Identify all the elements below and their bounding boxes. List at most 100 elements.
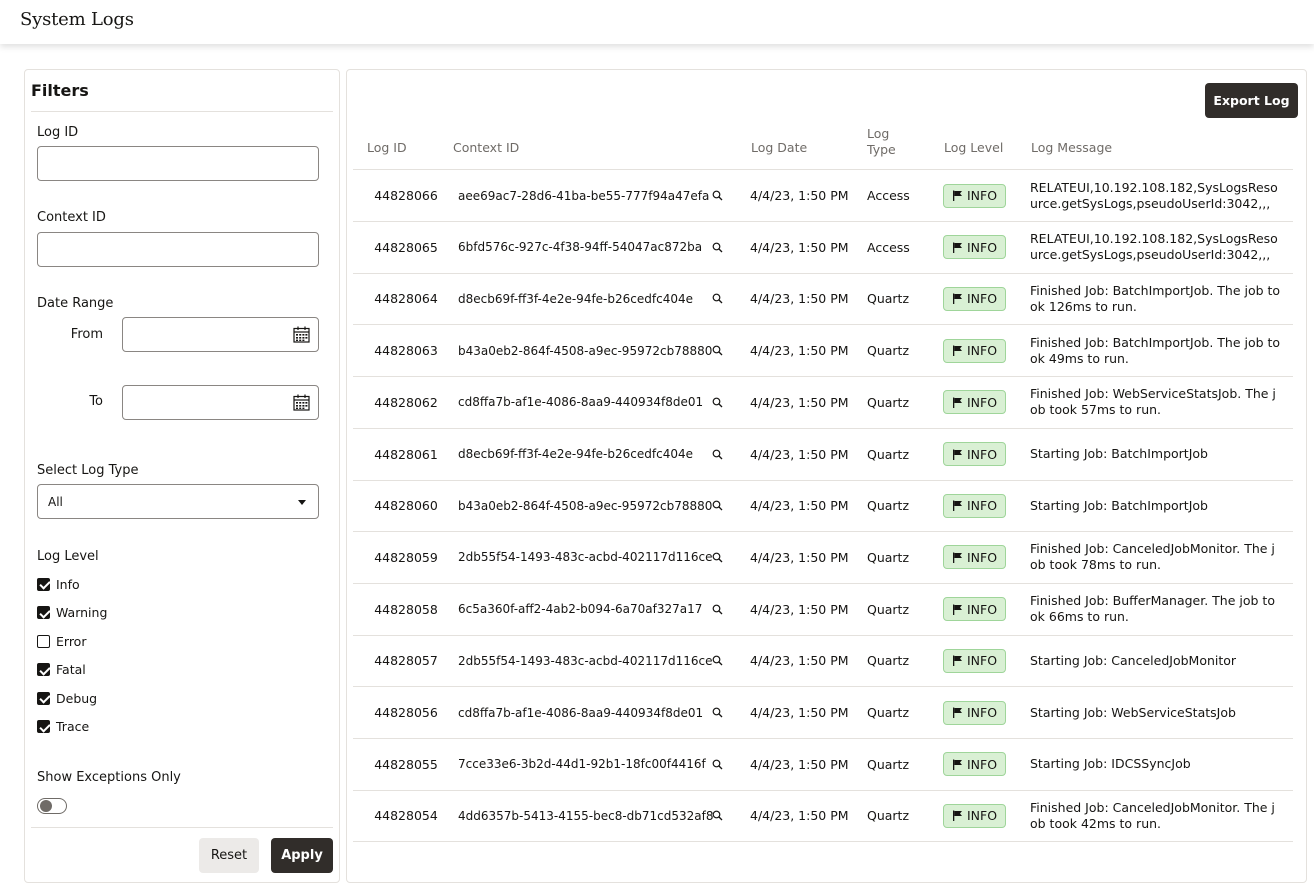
reset-button[interactable]: Reset (199, 838, 259, 873)
search-icon[interactable] (712, 345, 723, 356)
show-exceptions-toggle[interactable] (37, 798, 67, 814)
search-icon[interactable] (712, 293, 723, 304)
log-level-badge: INFO (943, 597, 1007, 622)
search-icon[interactable] (712, 810, 723, 821)
log-level-checkbox[interactable] (37, 720, 50, 733)
log-type-cell: Quartz (867, 343, 910, 359)
to-date-input[interactable] (122, 385, 319, 420)
column-header-context-id[interactable]: Context ID (453, 140, 519, 155)
search-icon[interactable] (712, 500, 723, 511)
table-row[interactable]: 44828055 7cce33e6-3b2d-44d1-92b1-18fc00f4… (353, 739, 1293, 791)
context-search-button[interactable] (712, 635, 726, 686)
log-level-badge: INFO (943, 390, 1007, 415)
context-search-button[interactable] (712, 222, 726, 273)
log-level-option[interactable]: Error (37, 632, 86, 650)
search-icon[interactable] (712, 397, 723, 408)
context-search-button[interactable] (712, 170, 726, 221)
context-id-cell: b43a0eb2-864f-4508-a9ec-95972cb78880 (458, 343, 713, 358)
log-level-checkbox[interactable] (37, 663, 50, 676)
column-header-log-level[interactable]: Log Level (944, 140, 1003, 155)
log-id-cell: 44828064 (374, 291, 438, 307)
log-message-cell: Starting Job: IDCSSyncJob (1030, 756, 1191, 772)
log-date-cell: 4/4/23, 1:50 PM (750, 705, 849, 720)
log-type-select[interactable]: All (37, 484, 319, 519)
log-level-checkbox[interactable] (37, 634, 50, 648)
log-message-cell: Finished Job: CanceledJobMonitor. The jo… (1030, 541, 1275, 573)
export-log-button[interactable]: Export Log (1205, 83, 1298, 118)
context-search-button[interactable] (712, 790, 726, 841)
log-level-checkbox[interactable] (37, 606, 50, 619)
table-row[interactable]: 44828056 cd8ffa7b-af1e-4086-8aa9-440934f8… (353, 687, 1293, 739)
flag-icon (953, 190, 962, 201)
column-header-log-date[interactable]: Log Date (751, 140, 807, 155)
log-type-cell: Quartz (867, 653, 910, 669)
context-search-button[interactable] (712, 532, 726, 583)
log-level-option[interactable]: Trace (37, 718, 89, 736)
log-message-cell: Finished Job: BatchImportJob. The job to… (1030, 282, 1281, 314)
search-icon[interactable] (712, 190, 723, 201)
logs-panel: Export Log Log ID Context ID Log Date Lo… (346, 69, 1307, 883)
search-icon[interactable] (712, 604, 723, 615)
log-level-badge: INFO (943, 338, 1007, 363)
filters-footer-divider (31, 827, 333, 828)
context-search-button[interactable] (712, 325, 726, 376)
app-header: System Logs (0, 0, 1314, 44)
log-level-cell: INFO (943, 273, 1013, 324)
search-icon[interactable] (712, 242, 723, 253)
log-date-cell: 4/4/23, 1:50 PM (750, 549, 849, 565)
calendar-icon[interactable] (293, 326, 310, 343)
search-icon[interactable] (712, 707, 723, 718)
log-id-input[interactable] (37, 146, 319, 181)
context-search-button[interactable] (712, 273, 726, 324)
table-row[interactable]: 44828054 4dd6357b-5413-4155-bec8-db71cd53… (353, 790, 1293, 843)
log-message-cell: Starting Job: BatchImportJob (1030, 446, 1208, 461)
table-row[interactable]: 44828062 cd8ffa7b-af1e-4086-8aa9-440934f8… (353, 377, 1293, 429)
table-row[interactable]: 44828058 6c5a360f-aff2-4ab2-b094-6a70af32… (353, 584, 1293, 636)
table-row[interactable]: 44828065 6bfd576c-927c-4f38-94ff-54047ac8… (353, 222, 1293, 274)
log-id-cell: 44828065 (374, 239, 438, 255)
log-message-cell: Starting Job: BatchImportJob (1030, 497, 1208, 513)
log-id-cell: 44828063 (374, 343, 438, 359)
from-date-input[interactable] (122, 317, 319, 352)
log-level-option-label: Debug (56, 690, 98, 706)
log-type-cell: Quartz (867, 446, 910, 462)
search-icon[interactable] (712, 552, 723, 563)
apply-button[interactable]: Apply (271, 838, 333, 873)
log-date-cell: 4/4/23, 1:50 PM (750, 446, 849, 462)
table-row[interactable]: 44828059 2db55f54-1493-483c-acbd-402117d1… (353, 532, 1293, 584)
search-icon[interactable] (712, 655, 723, 666)
search-icon[interactable] (712, 449, 723, 460)
context-search-button[interactable] (712, 429, 726, 480)
log-id-cell: 44828061 (374, 446, 438, 462)
column-header-log-type[interactable]: Log Type (867, 126, 896, 158)
table-row[interactable]: 44828064 d8ecb69f-ff3f-4e2e-94fe-b26cedfc… (353, 273, 1293, 326)
log-level-option[interactable]: Fatal (37, 661, 86, 679)
table-row[interactable]: 44828061 d8ecb69f-ff3f-4e2e-94fe-b26cedfc… (353, 429, 1293, 481)
log-date-cell: 4/4/23, 1:50 PM (750, 343, 849, 359)
context-id-input[interactable] (37, 232, 319, 267)
log-level-text: INFO (967, 549, 998, 565)
table-row[interactable]: 44828066 aee69ac7-28d6-41ba-be55-777f94a4… (353, 170, 1293, 222)
log-level-checkbox[interactable] (37, 577, 50, 591)
context-search-button[interactable] (712, 687, 726, 738)
flag-icon (953, 707, 962, 718)
column-header-log-id[interactable]: Log ID (367, 140, 407, 155)
log-date-cell: 4/4/23, 1:50 PM (750, 808, 849, 824)
context-id-cell: 4dd6357b-5413-4155-bec8-db71cd532af8 (458, 808, 714, 823)
context-search-button[interactable] (712, 739, 726, 790)
log-level-badge: INFO (943, 803, 1007, 828)
search-icon[interactable] (712, 759, 723, 770)
context-search-button[interactable] (712, 480, 726, 531)
calendar-icon[interactable] (293, 394, 310, 411)
log-level-option[interactable]: Debug (37, 689, 97, 707)
context-search-button[interactable] (712, 584, 726, 635)
table-row[interactable]: 44828057 2db55f54-1493-483c-acbd-402117d1… (353, 635, 1293, 688)
log-level-option[interactable]: Info (37, 575, 80, 593)
table-row[interactable]: 44828063 b43a0eb2-864f-4508-a9ec-95972cb7… (353, 325, 1293, 378)
log-level-option[interactable]: Warning (37, 604, 107, 622)
table-row[interactable]: 44828060 b43a0eb2-864f-4508-a9ec-95972cb7… (353, 480, 1293, 533)
context-search-button[interactable] (712, 377, 726, 428)
column-header-log-message[interactable]: Log Message (1031, 140, 1112, 155)
log-level-badge: INFO (943, 700, 1007, 725)
log-level-checkbox[interactable] (37, 691, 50, 705)
